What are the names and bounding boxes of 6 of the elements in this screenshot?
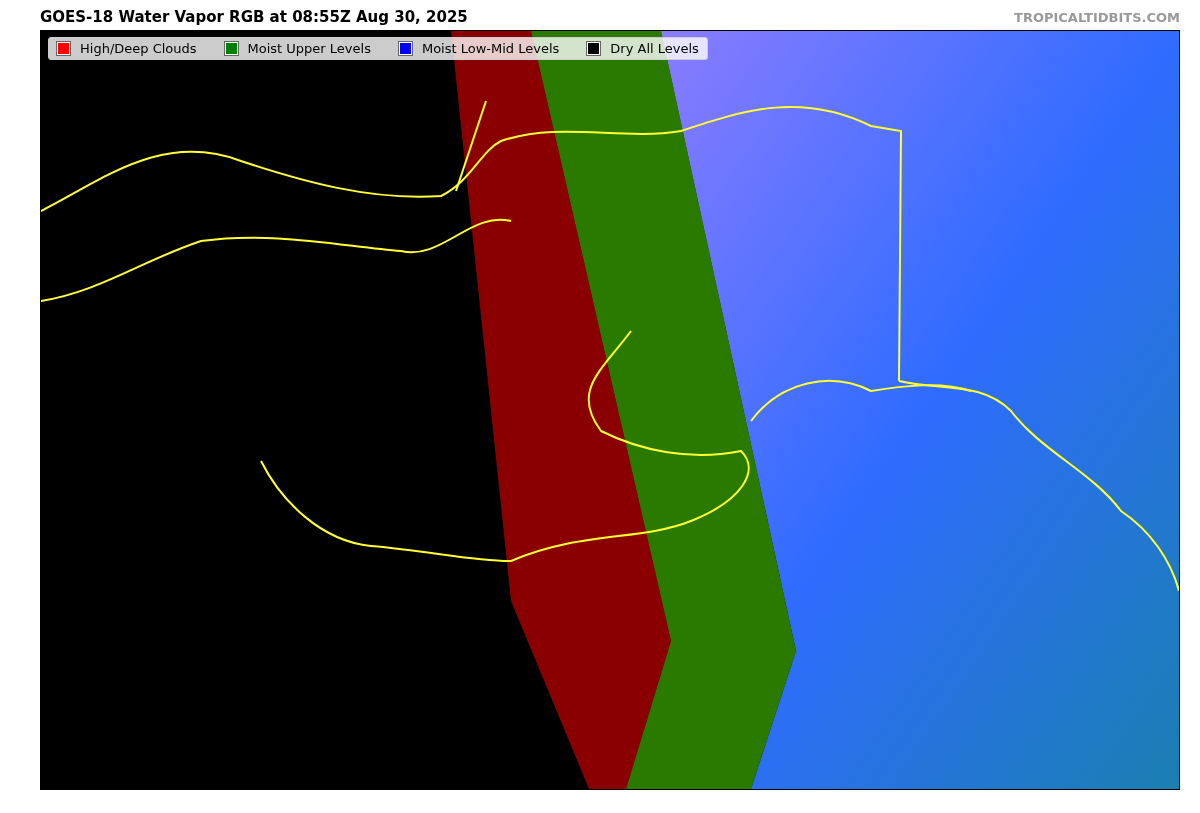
legend-label: Moist Low-Mid Levels <box>421 41 560 56</box>
legend-label: Dry All Levels <box>610 41 699 56</box>
chart-title: GOES-18 Water Vapor RGB at 08:55Z Aug 30, 2025 <box>40 8 468 26</box>
legend-label: High/Deep Clouds <box>80 41 197 56</box>
legend-label: Moist Upper Levels <box>247 41 371 56</box>
site-credit: TROPICALTIDBITS.COM <box>1014 10 1180 25</box>
